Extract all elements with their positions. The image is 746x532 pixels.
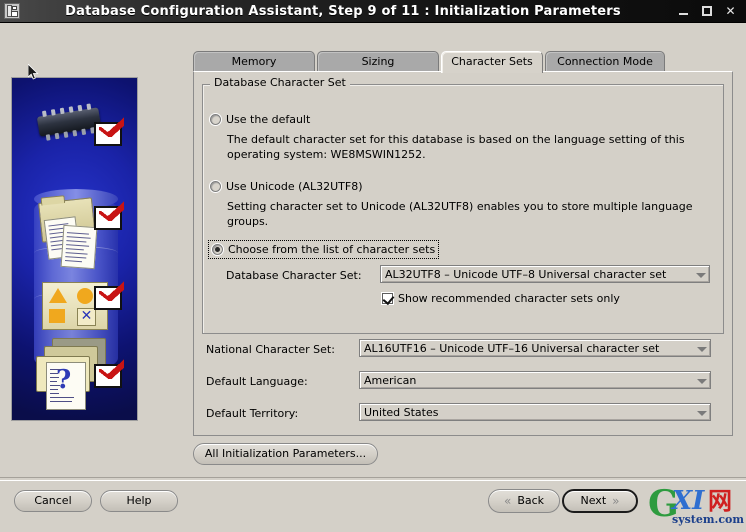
close-icon[interactable]: ✕ <box>724 4 737 18</box>
step-check-icon <box>94 117 124 146</box>
minimize-icon[interactable] <box>678 5 691 18</box>
step-check-icon <box>94 359 124 388</box>
default-language-label: Default Language: <box>206 375 308 388</box>
chevron-right-icon: » <box>612 494 620 508</box>
checkbox-indicator[interactable] <box>382 293 393 304</box>
window-controls: ✕ <box>678 4 737 18</box>
database-character-set-dropdown[interactable]: AL32UTF8 – Unicode UTF–8 Universal chara… <box>380 265 710 283</box>
help-button[interactable]: Help <box>100 490 178 512</box>
chevron-down-icon[interactable] <box>694 404 710 420</box>
cancel-button[interactable]: Cancel <box>14 490 92 512</box>
radio-indicator[interactable] <box>212 244 223 255</box>
national-character-set-label: National Character Set: <box>206 343 335 356</box>
use-unicode-description: Setting character set to Unicode (AL32UT… <box>227 200 693 228</box>
group-title: Database Character Set <box>210 77 350 88</box>
dropdown-value: United States <box>364 405 439 419</box>
use-default-description: The default character set for this datab… <box>227 133 685 161</box>
chevron-left-icon: « <box>503 494 512 508</box>
show-recommended-checkbox-row[interactable]: Show recommended character sets only <box>382 292 620 305</box>
navigation-buttons: « Back Next » <box>488 489 638 513</box>
dropdown-value: American <box>364 373 417 387</box>
all-initialization-parameters-button[interactable]: All Initialization Parameters... <box>193 443 378 465</box>
chevron-down-icon[interactable] <box>693 266 709 282</box>
tab-connection-mode[interactable]: Connection Mode <box>545 51 665 72</box>
watermark-xi: XI <box>672 486 705 516</box>
step-check-icon <box>94 201 124 230</box>
back-button[interactable]: « Back <box>488 489 560 513</box>
application-window: Database Configuration Assistant, Step 9… <box>0 0 746 532</box>
back-label: Back <box>517 494 545 507</box>
window-title: Database Configuration Assistant, Step 9… <box>65 3 621 19</box>
radio-label: Choose from the list of character sets <box>228 243 436 256</box>
footer-separator <box>0 477 746 481</box>
tab-bar: Memory Sizing Character Sets Connection … <box>193 51 733 73</box>
step-check-icon <box>94 281 124 310</box>
next-button[interactable]: Next » <box>562 489 638 513</box>
tab-sizing[interactable]: Sizing <box>317 51 439 72</box>
radio-use-the-default[interactable]: Use the default <box>210 113 310 126</box>
title-bar: Database Configuration Assistant, Step 9… <box>0 0 746 23</box>
watermark: G XI 网 system.com <box>648 484 746 532</box>
watermark-site: system.com <box>672 513 744 526</box>
radio-use-unicode[interactable]: Use Unicode (AL32UTF8) <box>210 180 362 193</box>
default-language-dropdown[interactable]: American <box>359 371 711 389</box>
default-territory-dropdown[interactable]: United States <box>359 403 711 421</box>
default-territory-label: Default Territory: <box>206 407 299 420</box>
dropdown-value: AL16UTF16 – Unicode UTF–16 Universal cha… <box>364 341 660 355</box>
radio-indicator[interactable] <box>210 181 221 192</box>
database-character-set-label: Database Character Set: <box>226 269 362 282</box>
dropdown-value: AL32UTF8 – Unicode UTF–8 Universal chara… <box>385 267 667 281</box>
radio-label: Use Unicode (AL32UTF8) <box>226 180 363 193</box>
mouse-cursor-icon <box>28 64 39 80</box>
radio-indicator[interactable] <box>210 114 221 125</box>
tab-memory[interactable]: Memory <box>193 51 315 72</box>
radio-label: Use the default <box>226 113 311 126</box>
wizard-sidebar-graphic: ✕ ? <box>12 78 137 420</box>
next-label: Next <box>580 494 607 507</box>
watermark-cn: 网 <box>708 486 732 515</box>
memory-chip-icon <box>36 103 102 141</box>
maximize-icon[interactable] <box>701 5 714 18</box>
chevron-down-icon[interactable] <box>694 340 710 356</box>
app-icon <box>4 3 20 19</box>
tab-panel-character-sets: Database Character Set Use the default T… <box>193 71 733 436</box>
tab-character-sets[interactable]: Character Sets <box>441 51 543 73</box>
national-character-set-dropdown[interactable]: AL16UTF16 – Unicode UTF–16 Universal cha… <box>359 339 711 357</box>
checkbox-label: Show recommended character sets only <box>398 292 620 305</box>
chevron-down-icon[interactable] <box>694 372 710 388</box>
radio-choose-from-list[interactable]: Choose from the list of character sets <box>207 240 440 259</box>
